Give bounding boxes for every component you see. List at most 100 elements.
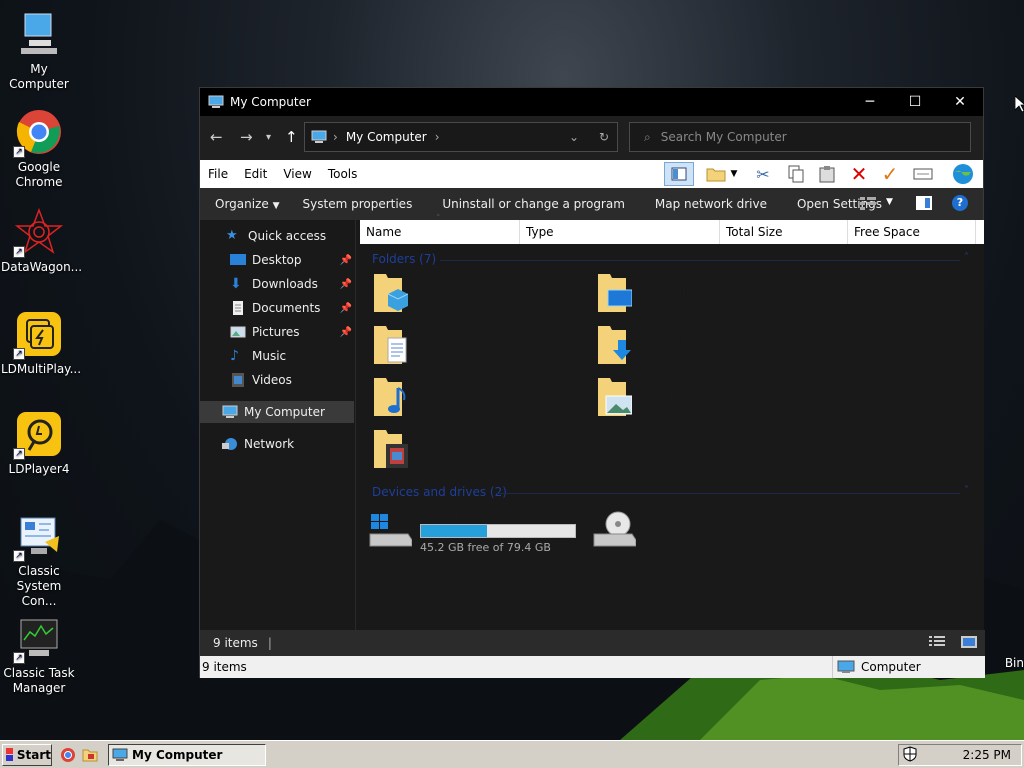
computer-icon — [112, 748, 128, 761]
system-tray: 2:25 PM — [898, 744, 1022, 766]
navigation-pane: ★ Quick access Desktop 📌 ⬇ Downloads 📌 D… — [200, 220, 356, 630]
address-bar[interactable]: › My Computer › ⌄ ↻ — [304, 122, 618, 152]
copy-icon[interactable] — [783, 162, 809, 186]
new-folder-icon[interactable] — [703, 162, 729, 186]
address-location[interactable]: My Computer — [346, 130, 427, 144]
desktop-icon-ldplayer4[interactable]: ↗ LDPlayer4 — [1, 410, 77, 477]
start-label: Start — [16, 748, 51, 762]
rename-icon[interactable] — [910, 162, 936, 186]
desktop-icon-my-computer[interactable]: My Computer — [1, 10, 77, 92]
start-button[interactable]: Start — [2, 744, 52, 766]
menu-file[interactable]: File — [200, 167, 236, 181]
help-icon[interactable]: ? — [952, 195, 968, 211]
desktop-icon-classic-task-manager[interactable]: ↗ Classic Task Manager — [1, 614, 77, 696]
pin-icon: 📌 — [339, 278, 352, 290]
up-arrow-icon[interactable]: ↑ — [285, 128, 298, 146]
title-bar[interactable]: My Computer ─ ☐ ✕ — [200, 88, 983, 116]
drive-item-cd-drive[interactable]: CD Drive (D:) — [592, 506, 792, 556]
nav-quick-access[interactable]: ★ Quick access — [200, 225, 354, 247]
desktop-icon-label: Bin — [1004, 656, 1024, 670]
forward-arrow-icon[interactable]: → — [240, 128, 253, 146]
preview-pane-toggle-icon[interactable] — [916, 196, 932, 213]
recent-locations-chevron-icon[interactable]: ▾ — [266, 132, 271, 143]
drive-item-local-disk[interactable]: Local Disk (C:) 45.2 GB free of 79.4 GB — [368, 506, 598, 556]
desktop-icon-label: Classic Task Manager — [3, 666, 75, 695]
organize-button[interactable]: Organize ▼ — [200, 197, 288, 211]
column-headers: Name ˄ Type Total Size Free Space — [360, 214, 984, 244]
nav-item-documents[interactable]: Documents 📌 — [200, 297, 354, 319]
chrome-icon: ↗ — [13, 108, 63, 158]
desktop-icon-datawagon[interactable]: ↗ DataWagon... — [1, 207, 82, 275]
drive-name: CD Drive (D:) — [644, 520, 724, 534]
folder-item-downloads[interactable]: Downloads — [596, 322, 816, 372]
nav-my-computer[interactable]: My Computer — [200, 401, 354, 423]
search-placeholder: Search My Computer — [660, 130, 787, 144]
menu-view[interactable]: View — [275, 167, 319, 181]
maximize-button[interactable]: ☐ — [892, 88, 938, 116]
folder-label: Music — [420, 388, 455, 402]
group-header-folders[interactable]: Folders (7) — [372, 252, 436, 266]
breadcrumb-chevron-icon[interactable]: › — [435, 130, 440, 144]
map-network-drive-button[interactable]: Map network drive — [640, 197, 782, 211]
column-type[interactable]: Type — [520, 220, 720, 244]
minimize-button[interactable]: ─ — [847, 88, 893, 116]
back-arrow-icon[interactable]: ← — [210, 128, 223, 146]
globe-icon[interactable] — [950, 162, 976, 186]
desktop-icon-label: My Computer — [9, 62, 69, 91]
desktop-icon-google-chrome[interactable]: ↗ Google Chrome — [1, 108, 77, 190]
file-list-area[interactable]: Name ˄ Type Total Size Free Space Folder… — [360, 214, 984, 630]
drive-usage-fill — [421, 525, 488, 537]
paste-icon[interactable] — [814, 162, 840, 186]
explorer-window[interactable]: My Computer ─ ☐ ✕ ← → ▾ ↑ › My Computer … — [199, 87, 985, 678]
group-divider — [440, 260, 960, 261]
view-dropdown-icon[interactable]: ▼ — [886, 197, 893, 207]
nav-item-music[interactable]: ♪ Music — [200, 345, 354, 367]
collapse-chevron-icon[interactable]: ˄ — [964, 252, 969, 263]
folder-label: Desktop — [644, 284, 694, 298]
security-shield-icon[interactable] — [903, 745, 917, 765]
change-view-icon[interactable] — [860, 196, 876, 213]
folder-item-documents[interactable]: Documents — [372, 322, 592, 372]
chrome-quicklaunch-icon[interactable] — [60, 747, 76, 766]
nav-item-downloads[interactable]: ⬇ Downloads 📌 — [200, 273, 354, 295]
nav-network[interactable]: Network — [200, 433, 354, 455]
new-folder-dropdown-icon[interactable]: ▼ — [728, 162, 740, 186]
taskbar-button-my-computer[interactable]: My Computer — [108, 744, 266, 766]
desktop-icon-label: Classic System Con... — [16, 564, 62, 608]
system-properties-button[interactable]: System properties — [288, 197, 428, 211]
address-dropdown-icon[interactable]: ⌄ — [569, 130, 579, 144]
folder-item-music[interactable]: Music — [372, 374, 592, 424]
desktop-icon-ldmultiplayer[interactable]: ↗ LDMultiPlay... — [1, 310, 81, 377]
nav-label: Music — [252, 349, 287, 363]
folder-item-videos[interactable]: Videos — [372, 426, 592, 476]
group-header-devices[interactable]: Devices and drives (2) — [372, 485, 507, 499]
open-settings-button[interactable]: Open Settings — [782, 197, 897, 211]
folder-item-pictures[interactable]: Pictures — [596, 374, 816, 424]
nav-item-videos[interactable]: Videos — [200, 369, 354, 391]
details-view-icon[interactable] — [929, 636, 945, 651]
collapse-chevron-icon[interactable]: ˄ — [964, 485, 969, 496]
desktop-icon-classic-system-control[interactable]: ↗ Classic System Con... — [1, 512, 77, 609]
nav-item-desktop[interactable]: Desktop 📌 — [200, 249, 354, 271]
refresh-icon[interactable]: ↻ — [599, 130, 609, 144]
preview-pane-icon[interactable] — [664, 162, 694, 186]
column-total-size[interactable]: Total Size — [720, 220, 848, 244]
status-bar: 9 items | — [200, 630, 985, 656]
documents-folder-icon — [374, 326, 407, 364]
explorer-quicklaunch-icon[interactable] — [82, 747, 98, 766]
drive-usage-bar — [420, 524, 576, 538]
nav-item-pictures[interactable]: Pictures 📌 — [200, 321, 354, 343]
delete-icon[interactable]: ✕ — [846, 162, 872, 186]
menu-edit[interactable]: Edit — [236, 167, 275, 181]
search-input[interactable]: ⌕ Search My Computer — [629, 122, 971, 152]
clock[interactable]: 2:25 PM — [963, 748, 1011, 762]
uninstall-program-button[interactable]: Uninstall or change a program — [427, 197, 640, 211]
menu-tools[interactable]: Tools — [320, 167, 366, 181]
cut-icon[interactable]: ✂ — [750, 162, 776, 186]
folder-item-3d-objects[interactable]: 3D Objects — [372, 270, 592, 320]
folder-item-desktop[interactable]: Desktop — [596, 270, 816, 320]
large-icons-view-icon[interactable] — [961, 636, 977, 651]
close-button[interactable]: ✕ — [937, 88, 983, 116]
properties-check-icon[interactable]: ✓ — [877, 162, 903, 186]
column-free-space[interactable]: Free Space — [848, 220, 976, 244]
